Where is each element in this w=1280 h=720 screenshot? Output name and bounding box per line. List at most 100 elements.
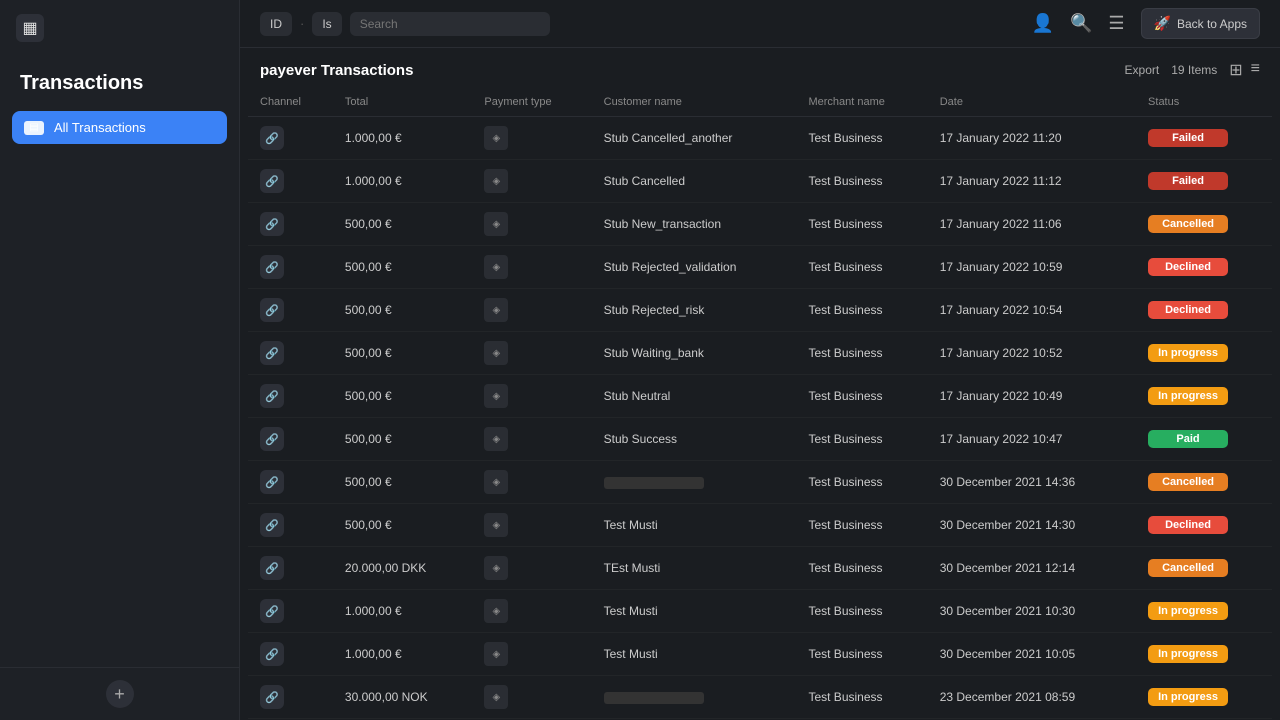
view-toggle: ⊞ ≡ — [1229, 60, 1260, 80]
cell-date: 30 December 2021 10:30 — [928, 590, 1136, 633]
table-row[interactable]: 🔗500,00 €◈Stub SuccessTest Business17 Ja… — [248, 418, 1272, 461]
cell-total: 500,00 € — [333, 332, 472, 375]
back-btn-label: Back to Apps — [1177, 17, 1247, 31]
content-header: payever Transactions Export 19 Items ⊞ ≡ — [240, 48, 1280, 88]
cell-payment-type: ◈ — [472, 375, 591, 418]
cell-date: 17 January 2022 10:54 — [928, 289, 1136, 332]
filter-id-pill[interactable]: ID — [260, 12, 292, 36]
cell-payment-type: ◈ — [472, 246, 591, 289]
cell-status: In progress — [1136, 676, 1272, 719]
cell-status: Cancelled — [1136, 203, 1272, 246]
payment-type-icon: ◈ — [484, 212, 508, 236]
search-input[interactable] — [350, 12, 550, 36]
cell-date: 17 January 2022 10:49 — [928, 375, 1136, 418]
channel-link-icon: 🔗 — [260, 642, 284, 666]
cell-channel: 🔗 — [248, 160, 333, 203]
filter-separator: · — [300, 16, 304, 31]
table-row[interactable]: 🔗500,00 €◈Test MustiTest Business30 Dece… — [248, 504, 1272, 547]
header-actions: Export 19 Items ⊞ ≡ — [1125, 60, 1260, 80]
filter-id-label: ID — [270, 17, 282, 31]
cell-channel: 🔗 — [248, 246, 333, 289]
cell-total: 1.000,00 € — [333, 633, 472, 676]
payment-type-icon: ◈ — [484, 685, 508, 709]
table-row[interactable]: 🔗30.000,00 NOK◈Test Business23 December … — [248, 676, 1272, 719]
channel-link-icon: 🔗 — [260, 126, 284, 150]
cell-payment-type: ◈ — [472, 203, 591, 246]
cell-total: 500,00 € — [333, 418, 472, 461]
menu-icon[interactable]: ☰ — [1108, 13, 1124, 34]
payment-type-icon: ◈ — [484, 126, 508, 150]
filter-is-pill[interactable]: Is — [312, 12, 341, 36]
table-row[interactable]: 🔗500,00 €◈Stub NeutralTest Business17 Ja… — [248, 375, 1272, 418]
cell-merchant-name: Test Business — [796, 160, 927, 203]
table-row[interactable]: 🔗20.000,00 DKK◈TEst MustiTest Business30… — [248, 547, 1272, 590]
cell-payment-type: ◈ — [472, 289, 591, 332]
status-badge: In progress — [1148, 387, 1228, 405]
channel-link-icon: 🔗 — [260, 470, 284, 494]
cell-status: In progress — [1136, 332, 1272, 375]
cell-channel: 🔗 — [248, 547, 333, 590]
cell-status: Declined — [1136, 504, 1272, 547]
cell-total: 500,00 € — [333, 375, 472, 418]
cell-merchant-name: Test Business — [796, 289, 927, 332]
table-row[interactable]: 🔗1.000,00 €◈Stub CancelledTest Business1… — [248, 160, 1272, 203]
cell-channel: 🔗 — [248, 289, 333, 332]
cell-channel: 🔗 — [248, 332, 333, 375]
table-row[interactable]: 🔗500,00 €◈Stub Rejected_validationTest B… — [248, 246, 1272, 289]
sidebar-item-all-transactions[interactable]: ▤ All Transactions — [12, 111, 227, 144]
cell-date: 17 January 2022 10:59 — [928, 246, 1136, 289]
col-customer-name: Customer name — [592, 88, 797, 117]
cell-date: 17 January 2022 11:20 — [928, 117, 1136, 160]
status-badge: In progress — [1148, 344, 1228, 362]
table-row[interactable]: 🔗1.000,00 €◈Stub Cancelled_anotherTest B… — [248, 117, 1272, 160]
payment-type-icon: ◈ — [484, 384, 508, 408]
cell-total: 1.000,00 € — [333, 160, 472, 203]
cell-total: 500,00 € — [333, 246, 472, 289]
channel-link-icon: 🔗 — [260, 427, 284, 451]
table-row[interactable]: 🔗500,00 €◈Test Business30 December 2021 … — [248, 461, 1272, 504]
cell-merchant-name: Test Business — [796, 676, 927, 719]
table-row[interactable]: 🔗1.000,00 €◈Test MustiTest Business30 De… — [248, 590, 1272, 633]
payment-type-icon: ◈ — [484, 556, 508, 580]
col-payment-type: Payment type — [472, 88, 591, 117]
cell-merchant-name: Test Business — [796, 117, 927, 160]
list-view-icon[interactable]: ≡ — [1251, 60, 1260, 80]
status-badge: Declined — [1148, 301, 1228, 319]
channel-link-icon: 🔗 — [260, 341, 284, 365]
table-row[interactable]: 🔗500,00 €◈Stub Waiting_bankTest Business… — [248, 332, 1272, 375]
cell-customer-name — [592, 676, 797, 719]
cell-status: Failed — [1136, 160, 1272, 203]
grid-view-icon[interactable]: ⊞ — [1229, 60, 1242, 80]
cell-merchant-name: Test Business — [796, 461, 927, 504]
back-to-apps-button[interactable]: 🚀 Back to Apps — [1141, 8, 1260, 39]
table-row[interactable]: 🔗1.000,00 €◈Test MustiTest Business30 De… — [248, 633, 1272, 676]
col-merchant-name: Merchant name — [796, 88, 927, 117]
table-row[interactable]: 🔗500,00 €◈Stub New_transactionTest Busin… — [248, 203, 1272, 246]
cell-date: 30 December 2021 14:30 — [928, 504, 1136, 547]
topbar-right: 👤 🔍 ☰ 🚀 Back to Apps — [1032, 8, 1260, 39]
channel-link-icon: 🔗 — [260, 685, 284, 709]
add-button[interactable]: + — [106, 680, 134, 708]
cell-customer-name — [592, 461, 797, 504]
cell-channel: 🔗 — [248, 633, 333, 676]
table-row[interactable]: 🔗500,00 €◈Stub Rejected_riskTest Busines… — [248, 289, 1272, 332]
cell-customer-name: Stub Waiting_bank — [592, 332, 797, 375]
cell-total: 20.000,00 DKK — [333, 547, 472, 590]
cell-payment-type: ◈ — [472, 117, 591, 160]
cell-channel: 🔗 — [248, 590, 333, 633]
col-channel: Channel — [248, 88, 333, 117]
channel-link-icon: 🔗 — [260, 513, 284, 537]
sidebar-title: Transactions — [0, 56, 239, 103]
user-icon[interactable]: 👤 — [1032, 13, 1054, 34]
payment-type-icon: ◈ — [484, 298, 508, 322]
cell-channel: 🔗 — [248, 418, 333, 461]
export-button[interactable]: Export — [1125, 63, 1160, 77]
cell-status: Cancelled — [1136, 547, 1272, 590]
cell-channel: 🔗 — [248, 504, 333, 547]
cell-date: 17 January 2022 11:12 — [928, 160, 1136, 203]
cell-payment-type: ◈ — [472, 547, 591, 590]
cell-total: 500,00 € — [333, 203, 472, 246]
search-icon[interactable]: 🔍 — [1070, 13, 1092, 34]
table-header-row: Channel Total Payment type Customer name… — [248, 88, 1272, 117]
cell-merchant-name: Test Business — [796, 547, 927, 590]
